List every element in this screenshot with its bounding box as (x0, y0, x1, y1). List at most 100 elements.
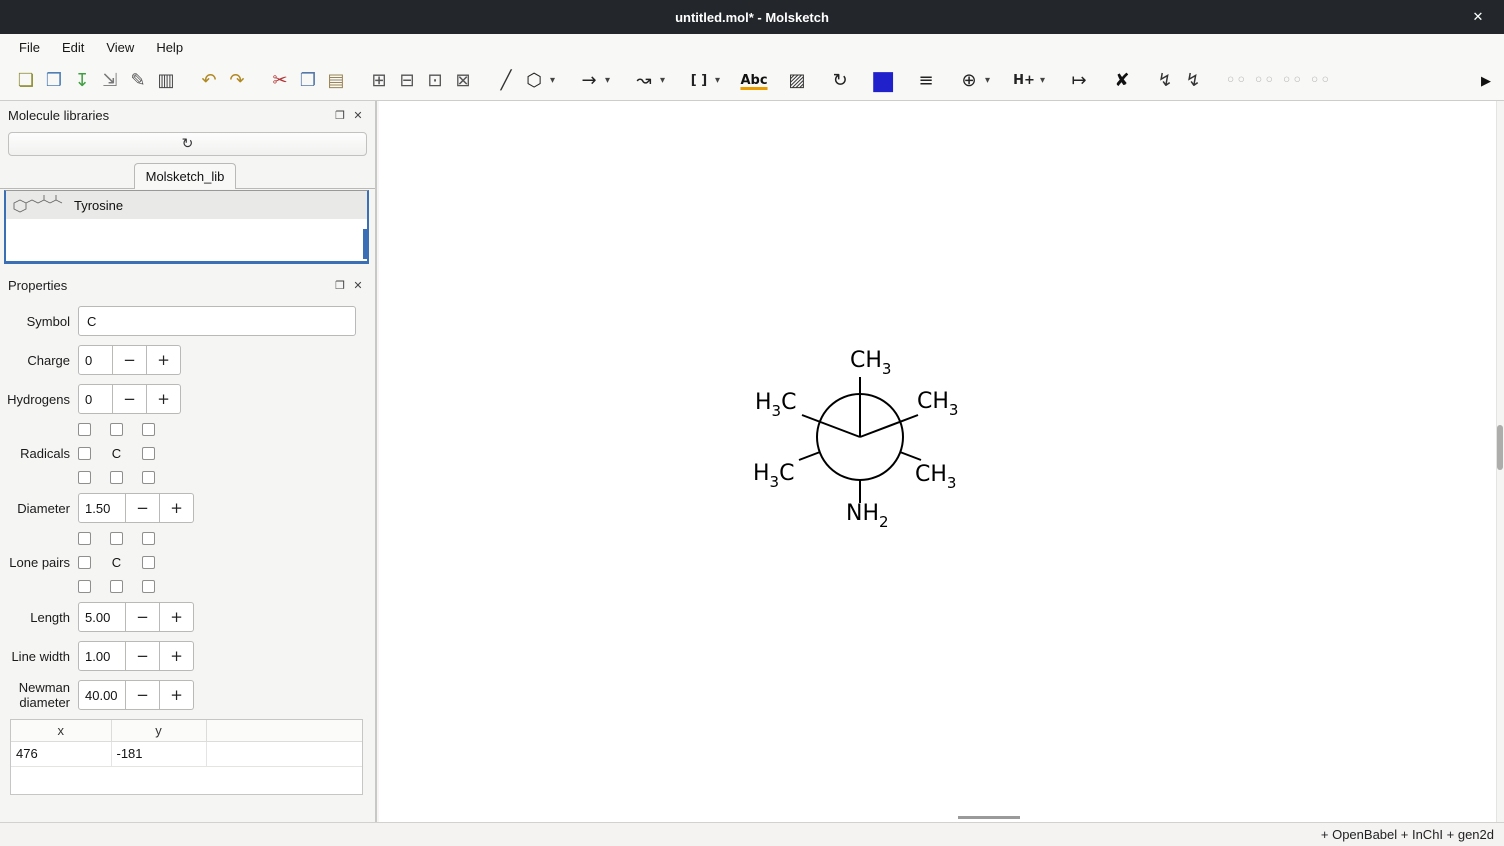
line-width-input[interactable] (78, 641, 126, 671)
substituent-label-lower-left[interactable]: H3C (753, 462, 794, 494)
lone-pairs-checkbox[interactable] (78, 580, 91, 593)
library-scrollbar-thumb[interactable] (363, 229, 367, 259)
newman-diameter-decrease-button[interactable]: − (126, 680, 160, 710)
library-list[interactable]: Tyrosine (4, 190, 369, 264)
charge-decrease-tool-button[interactable]: ↯ (1179, 67, 1207, 95)
print-button[interactable]: ▥ (152, 67, 180, 95)
charge-tool-button[interactable]: ⊕ (955, 67, 983, 95)
export-button[interactable]: ✎ (124, 67, 152, 95)
radicals-checkbox[interactable] (110, 423, 123, 436)
hydrogen-tool-button[interactable]: H+ (1010, 67, 1038, 95)
radicals-checkbox[interactable] (142, 447, 155, 460)
copy-button[interactable]: ❐ (294, 67, 322, 95)
bracket-tool-button[interactable]: [ ] (685, 67, 713, 95)
radicals-checkbox[interactable] (78, 423, 91, 436)
newman-diameter-input[interactable] (78, 680, 126, 710)
tab-molsketch-lib[interactable]: Molsketch_lib (134, 163, 236, 189)
charge-increase-button[interactable]: + (147, 345, 181, 375)
charge-input[interactable] (78, 345, 113, 375)
coords-header-y[interactable]: y (111, 720, 206, 741)
color-picker-button[interactable]: ■ (869, 67, 897, 95)
length-decrease-button[interactable]: − (126, 602, 160, 632)
undo-button[interactable]: ↶ (195, 67, 223, 95)
save-as-button[interactable]: ⇲ (96, 67, 124, 95)
lone-pairs-checkbox[interactable] (142, 556, 155, 569)
substituent-label-upper-right[interactable]: CH3 (917, 390, 958, 422)
diameter-increase-button[interactable]: + (160, 493, 194, 523)
window-close-button[interactable]: ✕ (1464, 0, 1492, 34)
draw-bond-tool-button[interactable]: ╱ (492, 67, 520, 95)
lone-pairs-checkbox[interactable] (142, 532, 155, 545)
close-panel-icon[interactable]: ✕ (349, 277, 367, 293)
vertical-scrollbar-thumb[interactable] (1497, 425, 1503, 470)
close-panel-icon[interactable]: ✕ (349, 107, 367, 123)
hydrogens-input[interactable] (78, 384, 113, 414)
radicals-checkbox[interactable] (78, 471, 91, 484)
hydrogens-increase-button[interactable]: + (147, 384, 181, 414)
length-input[interactable] (78, 602, 126, 632)
coords-cell-y[interactable]: -181 (111, 741, 206, 766)
hatch-tool-button[interactable]: ▨ (783, 67, 811, 95)
lone-pairs-checkbox[interactable] (78, 556, 91, 569)
diameter-decrease-button[interactable]: − (126, 493, 160, 523)
lone-pairs-checkbox[interactable] (78, 532, 91, 545)
substituent-label-bottom[interactable]: NH2 (846, 502, 889, 534)
zoom-reset-button[interactable]: ⊡ (421, 67, 449, 95)
radicals-checkbox[interactable] (110, 471, 123, 484)
menu-view[interactable]: View (95, 36, 145, 59)
line-width-decrease-button[interactable]: − (126, 641, 160, 671)
horizontal-scrollbar-thumb[interactable] (958, 816, 1020, 819)
menu-help[interactable]: Help (145, 36, 194, 59)
hydrogen-tool-dropdown[interactable]: ▾ (1035, 67, 1050, 95)
lone-pairs-checkbox[interactable] (142, 580, 155, 593)
zoom-fit-button[interactable]: ⊠ (449, 67, 477, 95)
text-tool-button[interactable]: Abc (740, 67, 768, 95)
float-panel-icon[interactable]: ❐ (331, 277, 349, 293)
coords-row[interactable]: 476 -181 (11, 741, 362, 766)
charge-decrease-button[interactable]: − (113, 345, 147, 375)
open-file-button[interactable]: ❒ (40, 67, 68, 95)
zoom-out-button[interactable]: ⊟ (393, 67, 421, 95)
newman-diameter-increase-button[interactable]: + (160, 680, 194, 710)
delete-tool-button[interactable]: ✘ (1108, 67, 1136, 95)
list-item-tyrosine[interactable]: Tyrosine (6, 191, 367, 219)
menu-edit[interactable]: Edit (51, 36, 95, 59)
hydrogens-decrease-button[interactable]: − (113, 384, 147, 414)
redo-button[interactable]: ↷ (223, 67, 251, 95)
mechanism-arrow-dropdown[interactable]: ▾ (655, 67, 670, 95)
ring-tool-dropdown[interactable]: ▾ (545, 67, 560, 95)
radicals-checkbox[interactable] (78, 447, 91, 460)
bracket-tool-dropdown[interactable]: ▾ (710, 67, 725, 95)
vertical-scrollbar[interactable] (1496, 101, 1504, 822)
lone-pairs-checkbox[interactable] (110, 532, 123, 545)
lone-pairs-checkbox[interactable] (110, 580, 123, 593)
float-panel-icon[interactable]: ❐ (331, 107, 349, 123)
line-width-increase-button[interactable]: + (160, 641, 194, 671)
mechanism-arrow-tool-button[interactable]: ↝ (630, 67, 658, 95)
reaction-arrow-dropdown[interactable]: ▾ (600, 67, 615, 95)
diameter-input[interactable] (78, 493, 126, 523)
reaction-arrow-tool-button[interactable]: → (575, 67, 603, 95)
symbol-input[interactable] (78, 306, 356, 336)
connect-tool-button[interactable]: ↦ (1065, 67, 1093, 95)
save-button[interactable]: ↧ (68, 67, 96, 95)
ring-tool-button[interactable]: ⬡ (520, 67, 548, 95)
zoom-in-button[interactable]: ⊞ (365, 67, 393, 95)
cut-button[interactable]: ✂ (266, 67, 294, 95)
radicals-checkbox[interactable] (142, 471, 155, 484)
charge-tool-dropdown[interactable]: ▾ (980, 67, 995, 95)
length-increase-button[interactable]: + (160, 602, 194, 632)
new-file-button[interactable]: ❏ (12, 67, 40, 95)
substituent-label-upper-left[interactable]: H3C (755, 391, 796, 423)
radicals-checkbox[interactable] (142, 423, 155, 436)
rotate-tool-button[interactable]: ↻ (826, 67, 854, 95)
substituent-label-top[interactable]: CH3 (850, 349, 891, 381)
coords-cell-x[interactable]: 476 (11, 741, 111, 766)
coords-header-x[interactable]: x (11, 720, 111, 741)
charge-increase-tool-button[interactable]: ↯ (1151, 67, 1179, 95)
refresh-libraries-button[interactable]: ↻ (8, 132, 367, 156)
toolbar-overflow-button[interactable]: ▶ (1476, 61, 1496, 101)
substituent-label-lower-right[interactable]: CH3 (915, 463, 956, 495)
paste-button[interactable]: ▤ (322, 67, 350, 95)
menu-file[interactable]: File (8, 36, 51, 59)
